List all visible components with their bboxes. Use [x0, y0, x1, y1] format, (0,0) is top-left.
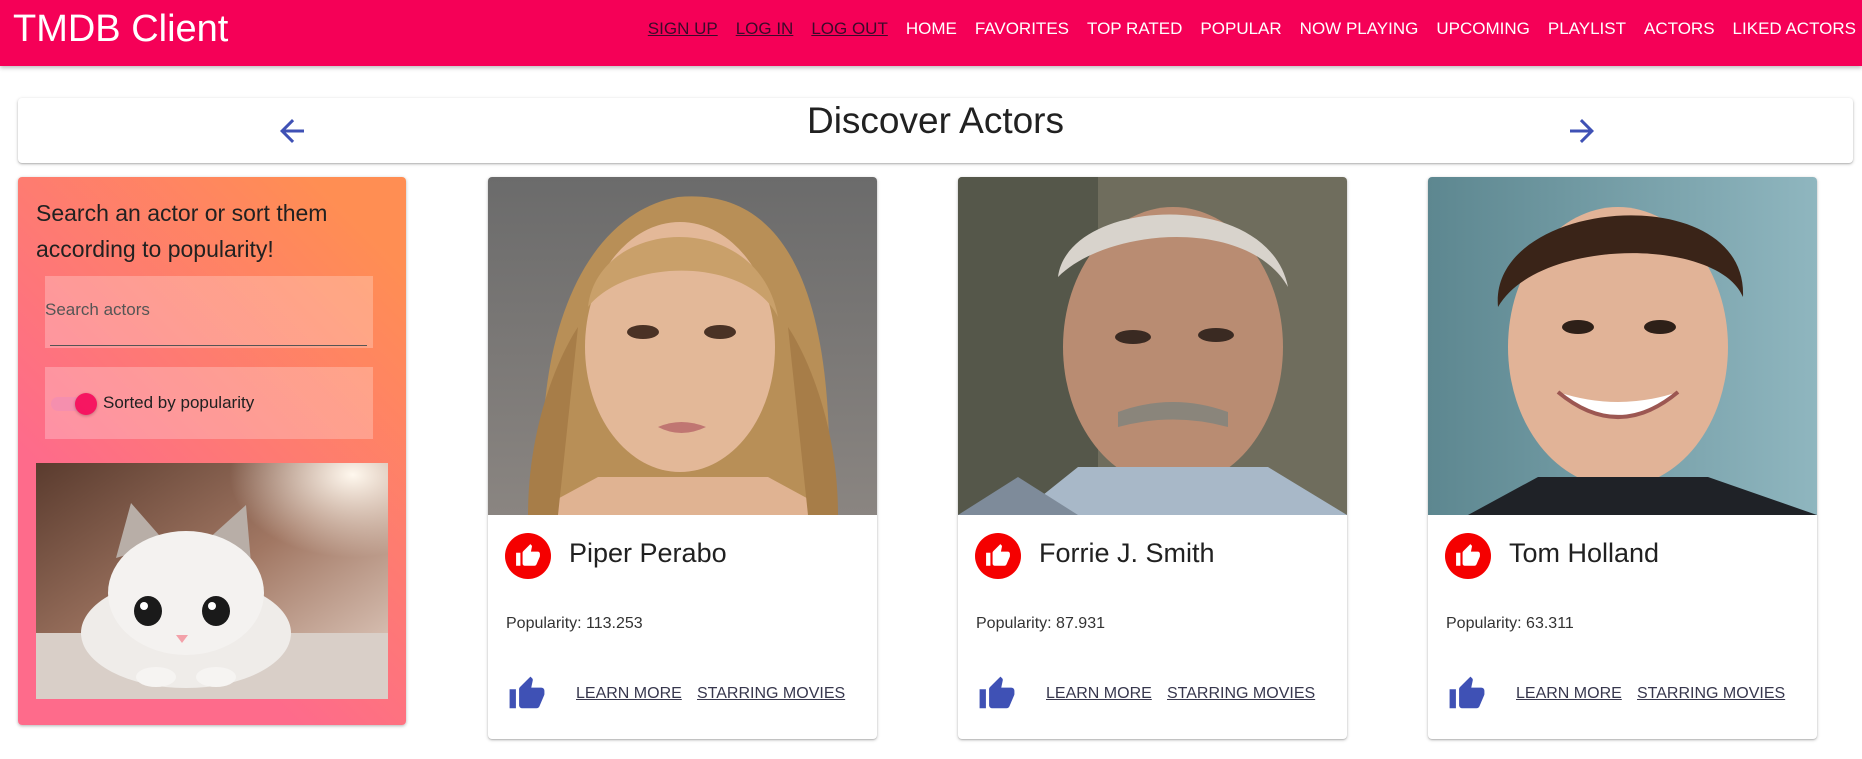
like-button-icon[interactable] [1446, 675, 1488, 713]
avatar [505, 533, 551, 579]
sort-toggle[interactable] [51, 393, 97, 415]
starring-movies-link[interactable]: STARRING MOVIES [1637, 685, 1785, 703]
card-actions: LEARN MORE STARRING MOVIES [976, 673, 1336, 717]
actor-name: Forrie J. Smith [1039, 538, 1215, 568]
nav-top-rated[interactable]: TOP RATED [1087, 19, 1182, 39]
actor-name: Tom Holland [1509, 538, 1660, 568]
nav-actors[interactable]: ACTORS [1644, 19, 1715, 39]
card-actions: LEARN MORE STARRING MOVIES [1446, 673, 1806, 717]
actor-card: Piper Perabo Popularity: 113.253 LEARN M… [488, 177, 877, 739]
like-button-icon[interactable] [976, 675, 1018, 713]
actor-card: Forrie J. Smith Popularity: 87.931 LEARN… [958, 177, 1347, 739]
nav-favorites[interactable]: FAVORITES [975, 19, 1069, 39]
actor-name: Piper Perabo [569, 538, 727, 568]
nav-log-out[interactable]: LOG OUT [811, 19, 888, 39]
page-header: Discover Actors [18, 98, 1853, 163]
filter-description: Search an actor or sort them according t… [36, 200, 328, 262]
sort-label: Sorted by popularity [103, 393, 255, 412]
popularity-value: 87.931 [1056, 615, 1105, 632]
actor-photo [488, 177, 877, 515]
search-underline [50, 345, 367, 346]
popularity-value: 113.253 [586, 615, 643, 632]
actor-photo [958, 177, 1347, 515]
popularity-label: Popularity: [1446, 615, 1522, 632]
kitten-image [36, 463, 388, 699]
nav-menu: SIGN UP LOG IN LOG OUT HOME FAVORITES TO… [630, 19, 1856, 39]
card-actions: LEARN MORE STARRING MOVIES [506, 673, 866, 717]
sort-toggle-thumb[interactable] [75, 393, 97, 415]
nav-home[interactable]: HOME [906, 19, 957, 39]
nav-now-playing[interactable]: NOW PLAYING [1300, 19, 1419, 39]
like-button-icon[interactable] [506, 675, 548, 713]
starring-movies-link[interactable]: STARRING MOVIES [1167, 685, 1315, 703]
popularity-label: Popularity: [506, 615, 582, 632]
app-bar: TMDB Client SIGN UP LOG IN LOG OUT HOME … [0, 0, 1862, 66]
nav-popular[interactable]: POPULAR [1200, 19, 1281, 39]
actor-card: Tom Holland Popularity: 63.311 LEARN MOR… [1428, 177, 1817, 739]
avatar [1445, 533, 1491, 579]
actor-popularity: Popularity: 87.931 [976, 615, 1105, 633]
thumb-up-icon [516, 544, 540, 566]
app-title: TMDB Client [13, 8, 229, 50]
popularity-label: Popularity: [976, 615, 1052, 632]
search-field [45, 276, 373, 348]
actor-popularity: Popularity: 63.311 [1446, 615, 1574, 633]
filter-card: Search an actor or sort them according t… [18, 177, 406, 725]
nav-liked-actors[interactable]: LIKED ACTORS [1733, 19, 1856, 39]
learn-more-link[interactable]: LEARN MORE [576, 685, 682, 703]
thumb-up-icon [986, 544, 1010, 566]
nav-upcoming[interactable]: UPCOMING [1436, 19, 1530, 39]
learn-more-link[interactable]: LEARN MORE [1046, 685, 1152, 703]
starring-movies-link[interactable]: STARRING MOVIES [697, 685, 845, 703]
sort-control: Sorted by popularity [45, 367, 373, 439]
nav-sign-up[interactable]: SIGN UP [648, 19, 718, 39]
popularity-value: 63.311 [1526, 615, 1574, 632]
avatar [975, 533, 1021, 579]
actor-popularity: Popularity: 113.253 [506, 615, 643, 633]
learn-more-link[interactable]: LEARN MORE [1516, 685, 1622, 703]
search-input[interactable] [45, 298, 365, 322]
nav-log-in[interactable]: LOG IN [736, 19, 794, 39]
actor-photo [1428, 177, 1817, 515]
nav-playlist[interactable]: PLAYLIST [1548, 19, 1626, 39]
thumb-up-icon [1456, 544, 1480, 566]
arrow-forward-icon[interactable] [1564, 113, 1600, 149]
